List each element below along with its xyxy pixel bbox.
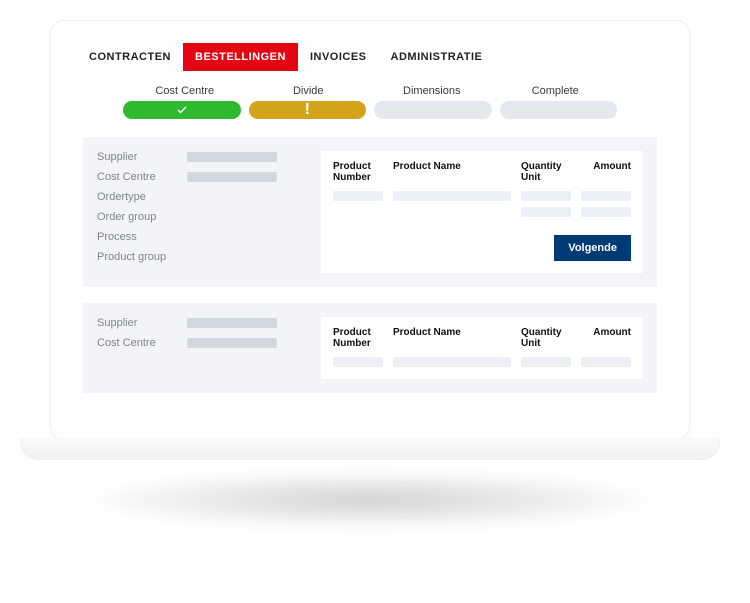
step-bar-dimensions[interactable] [374,101,492,119]
field-value-placeholder [187,318,277,328]
step-bar-current[interactable]: ! [249,101,367,119]
col-product-name: Product Name [393,161,511,183]
table-row [333,207,631,217]
step-label-complete: Complete [494,85,618,101]
order-lines-table: Product Number Product Name Quantity Uni… [321,151,643,273]
main-tabs: CONTRACTEN BESTELLINGEN INVOICES ADMINIS… [63,33,677,85]
field-value-placeholder [187,152,277,162]
col-product-number: Product Number [333,161,383,183]
stepper: Cost Centre Divide Dimensions Complete ! [63,85,677,119]
tab-invoices[interactable]: INVOICES [298,43,379,71]
field-label: Order group [97,211,177,223]
laptop-base [20,438,720,460]
field-label: Product group [97,251,177,263]
step-label-cost-centre: Cost Centre [123,85,247,101]
order-card-fields: Supplier Cost Centre [97,317,297,379]
order-card: Supplier Cost Centre Ordertype Order gro… [83,137,657,287]
col-product-number: Product Number [333,327,383,349]
col-amount: Amount [581,327,631,349]
tab-contracten[interactable]: CONTRACTEN [77,43,183,71]
field-label: Ordertype [97,191,177,203]
table-row [333,357,631,367]
field-label: Supplier [97,151,177,163]
drop-shadow [70,470,670,530]
check-icon [176,104,188,116]
order-card-fields: Supplier Cost Centre Ordertype Order gro… [97,151,297,273]
field-label: Supplier [97,317,177,329]
step-bar-done[interactable] [123,101,241,119]
app-screen: CONTRACTEN BESTELLINGEN INVOICES ADMINIS… [63,33,677,427]
next-button[interactable]: Volgende [554,235,631,261]
order-lines-table: Product Number Product Name Quantity Uni… [321,317,643,379]
step-label-dimensions: Dimensions [370,85,494,101]
field-value-placeholder [187,338,277,348]
table-row [333,191,631,201]
order-card: Supplier Cost Centre Product Number Prod… [83,303,657,393]
laptop-frame: CONTRACTEN BESTELLINGEN INVOICES ADMINIS… [50,20,690,440]
step-bar-complete[interactable] [500,101,618,119]
col-quantity-unit: Quantity Unit [521,161,571,183]
field-label: Cost Centre [97,337,177,349]
col-product-name: Product Name [393,327,511,349]
tab-bestellingen[interactable]: BESTELLINGEN [183,43,298,71]
field-label: Process [97,231,177,243]
warning-icon: ! [305,101,310,119]
tab-administratie[interactable]: ADMINISTRATIE [379,43,495,71]
field-value-placeholder [187,172,277,182]
col-amount: Amount [581,161,631,183]
field-label: Cost Centre [97,171,177,183]
col-quantity-unit: Quantity Unit [521,327,571,349]
step-label-divide: Divide [247,85,371,101]
